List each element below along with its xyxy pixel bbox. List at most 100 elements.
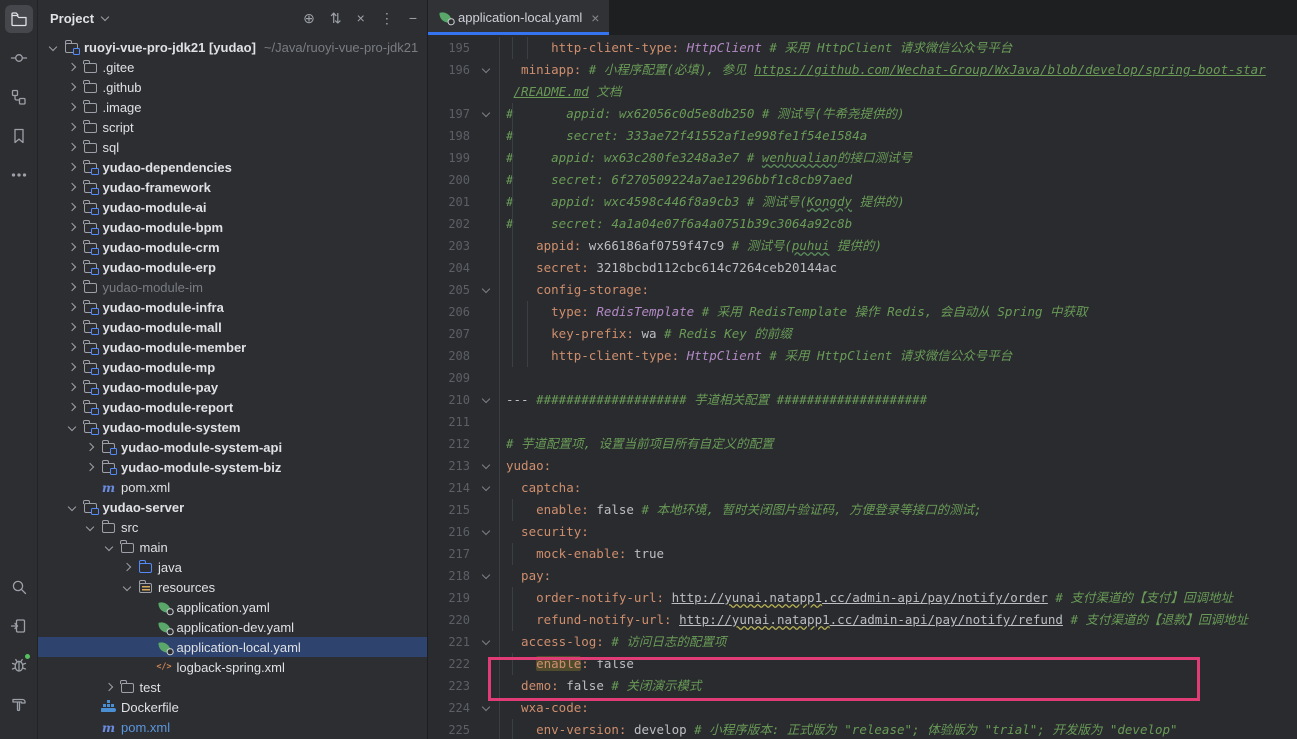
- tree-item-yudao-module-member[interactable]: yudao-module-member: [38, 337, 427, 357]
- code-line-199[interactable]: 199# appid: wx63c280fe3248a3e7 # wenhual…: [428, 147, 1297, 169]
- tree-item-yudao-module-system[interactable]: yudao-module-system: [38, 417, 427, 437]
- structure-icon[interactable]: [5, 83, 33, 111]
- tree-item-.gitee[interactable]: .gitee: [38, 57, 427, 77]
- tree-item-src[interactable]: src: [38, 517, 427, 537]
- tree-item-yudao-module-pay[interactable]: yudao-module-pay: [38, 377, 427, 397]
- tree-item-yudao-module-infra[interactable]: yudao-module-infra: [38, 297, 427, 317]
- chevron-down-icon[interactable]: [118, 578, 136, 596]
- bookmarks-icon[interactable]: [5, 122, 33, 150]
- chevron-down-icon[interactable]: [63, 498, 81, 516]
- tree-item-yudao-module-mall[interactable]: yudao-module-mall: [38, 317, 427, 337]
- code-line-207[interactable]: 207 key-prefix: wa # Redis Key 的前缀: [428, 323, 1297, 345]
- fold-chevron-icon[interactable]: [470, 59, 500, 81]
- expand-collapse-icon[interactable]: ⇅: [330, 11, 342, 25]
- code-line-222[interactable]: 222 enable: false: [428, 653, 1297, 675]
- tree-item-yudao-module-report[interactable]: yudao-module-report: [38, 397, 427, 417]
- code-line-203[interactable]: 203 appid: wx66186af0759f47c9 # 测试号(puhu…: [428, 235, 1297, 257]
- build-icon[interactable]: [5, 690, 33, 718]
- chevron-right-icon[interactable]: [63, 398, 81, 416]
- code-line-213[interactable]: 213yudao:: [428, 455, 1297, 477]
- chevron-down-icon[interactable]: [81, 518, 99, 536]
- code-line-219[interactable]: 219 order-notify-url: http://yunai.natap…: [428, 587, 1297, 609]
- code-line-214[interactable]: 214 captcha:: [428, 477, 1297, 499]
- more-options-icon[interactable]: ⋮: [380, 11, 394, 25]
- fold-chevron-icon[interactable]: [470, 279, 500, 301]
- chevron-right-icon[interactable]: [63, 238, 81, 256]
- search-icon[interactable]: [5, 573, 33, 601]
- tree-item-test[interactable]: test: [38, 677, 427, 697]
- chevron-right-icon[interactable]: [63, 138, 81, 156]
- code-line-196[interactable]: 196 miniapp: # 小程序配置(必填), 参见 https://git…: [428, 59, 1297, 81]
- chevron-right-icon[interactable]: [63, 258, 81, 276]
- chevron-down-icon[interactable]: [44, 38, 62, 56]
- tree-item-yudao-module-crm[interactable]: yudao-module-crm: [38, 237, 427, 257]
- commit-icon[interactable]: [5, 44, 33, 72]
- chevron-right-icon[interactable]: [63, 98, 81, 116]
- code-line-205[interactable]: 205 config-storage:: [428, 279, 1297, 301]
- code-line-217[interactable]: 217 mock-enable: true: [428, 543, 1297, 565]
- code-line-216[interactable]: 216 security:: [428, 521, 1297, 543]
- fold-chevron-icon[interactable]: [470, 565, 500, 587]
- tree-item-yudao-module-erp[interactable]: yudao-module-erp: [38, 257, 427, 277]
- code-line-223[interactable]: 223 demo: false # 关闭演示模式: [428, 675, 1297, 697]
- tree-item-yudao-module-mp[interactable]: yudao-module-mp: [38, 357, 427, 377]
- tree-item-yudao-server[interactable]: yudao-server: [38, 497, 427, 517]
- chevron-right-icon[interactable]: [63, 118, 81, 136]
- tree-item-application-local.yaml[interactable]: application-local.yaml: [38, 637, 427, 657]
- tab-application-local-yaml[interactable]: application-local.yaml ×: [428, 0, 609, 35]
- chevron-right-icon[interactable]: [63, 318, 81, 336]
- chevron-down-icon[interactable]: [63, 418, 81, 436]
- code-line-212[interactable]: 212# 芋道配置项, 设置当前项目所有自定义的配置: [428, 433, 1297, 455]
- tree-item-yudao-module-im[interactable]: yudao-module-im: [38, 277, 427, 297]
- code-line-198[interactable]: 198# secret: 333ae72f41552af1e998fe1f54e…: [428, 125, 1297, 147]
- tree-item-pom.xml[interactable]: mpom.xml: [38, 717, 427, 737]
- tree-item-application.yaml[interactable]: application.yaml: [38, 597, 427, 617]
- chevron-right-icon[interactable]: [63, 278, 81, 296]
- chevron-down-icon[interactable]: [100, 538, 118, 556]
- code-line-218[interactable]: 218 pay:: [428, 565, 1297, 587]
- code-line-201[interactable]: 201# appid: wxc4598c446f8a9cb3 # 测试号(Kon…: [428, 191, 1297, 213]
- code-line-211[interactable]: 211: [428, 411, 1297, 433]
- fold-chevron-icon[interactable]: [470, 477, 500, 499]
- tree-item-yudao-dependencies[interactable]: yudao-dependencies: [38, 157, 427, 177]
- chevron-right-icon[interactable]: [63, 78, 81, 96]
- chevron-right-icon[interactable]: [100, 678, 118, 696]
- chevron-right-icon[interactable]: [81, 438, 99, 456]
- chevron-right-icon[interactable]: [118, 558, 136, 576]
- code-line-224[interactable]: 224 wxa-code:: [428, 697, 1297, 719]
- tree-item-.image[interactable]: .image: [38, 97, 427, 117]
- chevron-right-icon[interactable]: [63, 338, 81, 356]
- hide-panel-icon[interactable]: −: [409, 11, 417, 25]
- tree-item-sql[interactable]: sql: [38, 137, 427, 157]
- tree-item-logback-spring.xml[interactable]: </>logback-spring.xml: [38, 657, 427, 677]
- debug-icon[interactable]: [5, 651, 33, 679]
- code-line-202[interactable]: 202# secret: 4a1a04e07f6a4a0751b39c3064a…: [428, 213, 1297, 235]
- tree-item-yudao-module-bpm[interactable]: yudao-module-bpm: [38, 217, 427, 237]
- chevron-right-icon[interactable]: [63, 178, 81, 196]
- tree-item-.github[interactable]: .github: [38, 77, 427, 97]
- code-line-206[interactable]: 206 type: RedisTemplate # 采用 RedisTempla…: [428, 301, 1297, 323]
- fold-chevron-icon[interactable]: [470, 389, 500, 411]
- code-line-220[interactable]: 220 refund-notify-url: http://yunai.nata…: [428, 609, 1297, 631]
- fold-chevron-icon[interactable]: [470, 455, 500, 477]
- code-line-215[interactable]: 215 enable: false # 本地环境, 暂时关闭图片验证码, 方便登…: [428, 499, 1297, 521]
- chevron-right-icon[interactable]: [63, 298, 81, 316]
- tree-item-ruoyi-vue-pro-jdk21-yudao-[interactable]: ruoyi-vue-pro-jdk21 [yudao]~/Java/ruoyi-…: [38, 37, 427, 57]
- services-icon[interactable]: [5, 612, 33, 640]
- fold-chevron-icon[interactable]: [470, 631, 500, 653]
- close-icon[interactable]: ×: [591, 10, 599, 26]
- more-tools-icon[interactable]: [5, 161, 33, 189]
- tree-item-dockerfile[interactable]: Dockerfile: [38, 697, 427, 717]
- tree-item-pom.xml[interactable]: mpom.xml: [38, 477, 427, 497]
- chevron-right-icon[interactable]: [63, 58, 81, 76]
- code-line-208[interactable]: 208 http-client-type: HttpClient # 采用 Ht…: [428, 345, 1297, 367]
- tree-item-yudao-module-ai[interactable]: yudao-module-ai: [38, 197, 427, 217]
- tree-item-yudao-framework[interactable]: yudao-framework: [38, 177, 427, 197]
- code-area[interactable]: 195 http-client-type: HttpClient # 采用 Ht…: [428, 35, 1297, 739]
- code-line-197[interactable]: 197# appid: wx62056c0d5e8db250 # 测试号(牛希尧…: [428, 103, 1297, 125]
- tree-item-main[interactable]: main: [38, 537, 427, 557]
- code-line-210[interactable]: 210--- #################### 芋道相关配置 #####…: [428, 389, 1297, 411]
- tree-item-java[interactable]: java: [38, 557, 427, 577]
- chevron-down-icon[interactable]: [98, 11, 112, 25]
- code-line-wrap[interactable]: /README.md 文档: [428, 81, 1297, 103]
